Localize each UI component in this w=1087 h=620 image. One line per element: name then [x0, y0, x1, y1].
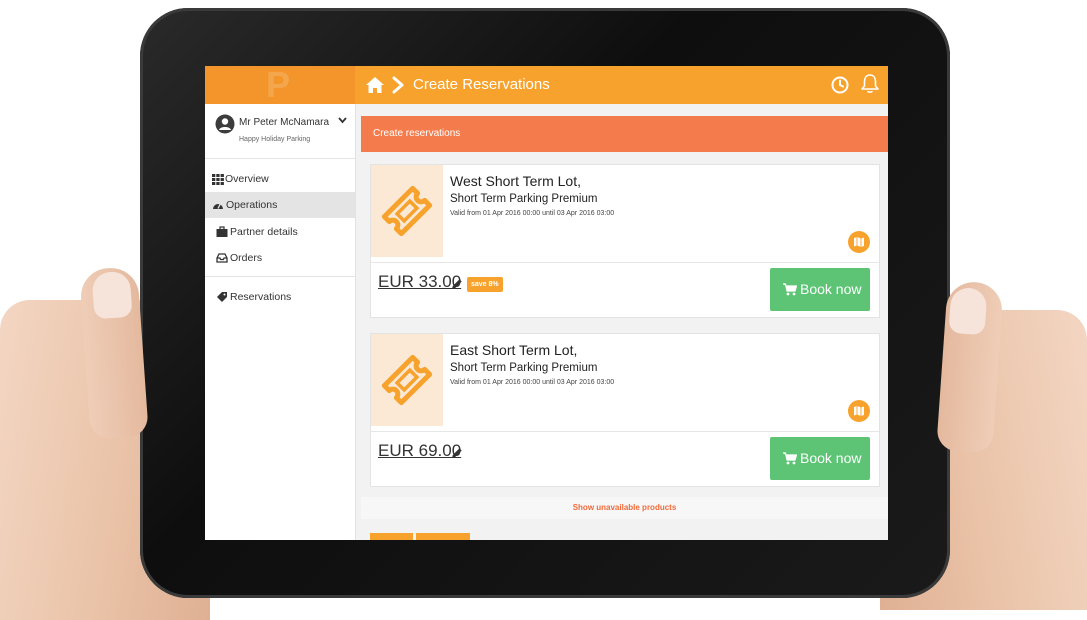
chevron-down-icon[interactable]: [338, 117, 347, 124]
user-box[interactable]: Mr Peter McNamara Happy Holiday Parking: [205, 104, 355, 159]
book-now-button[interactable]: Book now: [770, 268, 870, 311]
ticket-icon: [381, 185, 433, 237]
bottom-button[interactable]: [370, 533, 413, 540]
briefcase-icon: [216, 226, 228, 237]
show-unavailable-link[interactable]: Show unavailable products: [361, 497, 888, 519]
card-divider: [371, 262, 879, 263]
app-screen: P Create Reservations Mr Peter McNamara …: [205, 66, 888, 540]
dashboard-icon: [213, 203, 223, 209]
sidebar-item-reservations[interactable]: Reservations: [205, 284, 355, 310]
price-link[interactable]: EUR 33.00: [378, 272, 461, 292]
brand-logo: P: [265, 66, 290, 105]
validity-text: Valid from 01 Apr 2016 00:00 until 03 Ap…: [450, 379, 615, 386]
right-thumbnail: [948, 286, 988, 336]
sidebar-item-overview[interactable]: Overview: [205, 166, 355, 192]
avatar-icon: [215, 114, 235, 134]
product-name: Short Term Parking Premium: [450, 362, 598, 374]
lot-name: East Short Term Lot,: [450, 342, 578, 358]
price-link[interactable]: EUR 69.00: [378, 441, 461, 461]
sidebar-item-label: Partner details: [230, 226, 298, 238]
product-card: West Short Term Lot, Short Term Parking …: [370, 164, 880, 318]
map-icon[interactable]: [848, 231, 870, 253]
map-icon[interactable]: [848, 400, 870, 422]
left-thumbnail: [91, 270, 133, 320]
product-name: Short Term Parking Premium: [450, 193, 598, 205]
clock-icon[interactable]: [830, 75, 850, 95]
sidebar-divider: [205, 276, 355, 277]
sidebar-item-partner-details[interactable]: Partner details: [205, 219, 355, 245]
chevron-right-icon: [392, 76, 404, 94]
section-title: Create reservations: [373, 128, 461, 139]
section-header: Create reservations: [361, 116, 888, 152]
user-company: Happy Holiday Parking: [239, 136, 311, 143]
validity-text: Valid from 01 Apr 2016 00:00 until 03 Ap…: [450, 210, 615, 217]
product-card: East Short Term Lot, Short Term Parking …: [370, 333, 880, 487]
ticket-icon: [381, 354, 433, 406]
bottom-button[interactable]: [416, 533, 470, 540]
top-bar: P Create Reservations: [205, 66, 888, 104]
card-divider: [371, 431, 879, 432]
user-name: Mr Peter McNamara: [239, 117, 330, 128]
tag-icon: [217, 292, 227, 302]
cart-icon: [783, 452, 797, 465]
pencil-icon[interactable]: [451, 447, 463, 459]
sidebar-item-operations[interactable]: Operations: [205, 192, 355, 218]
product-thumbnail: [371, 334, 443, 426]
inbox-icon: [216, 253, 228, 263]
sidebar-item-label: Operations: [226, 199, 278, 211]
sidebar-item-label: Orders: [230, 252, 263, 264]
logo-area[interactable]: P: [205, 66, 355, 104]
grid-icon: [212, 174, 224, 185]
cart-icon: [783, 283, 797, 296]
sidebar-item-label: Overview: [225, 173, 269, 185]
sidebar: Mr Peter McNamara Happy Holiday Parking …: [205, 104, 356, 540]
bell-icon[interactable]: [860, 73, 880, 95]
discount-badge: save 8%: [467, 277, 503, 292]
home-icon[interactable]: [365, 75, 385, 95]
book-now-label: Book now: [800, 281, 862, 297]
sidebar-item-label: Reservations: [230, 291, 292, 303]
product-thumbnail: [371, 165, 443, 257]
sidebar-item-orders[interactable]: Orders: [205, 245, 355, 271]
book-now-button[interactable]: Book now: [770, 437, 870, 480]
lot-name: West Short Term Lot,: [450, 173, 581, 189]
page-title: Create Reservations: [413, 76, 550, 93]
book-now-label: Book now: [800, 450, 862, 466]
pencil-icon[interactable]: [451, 278, 463, 290]
